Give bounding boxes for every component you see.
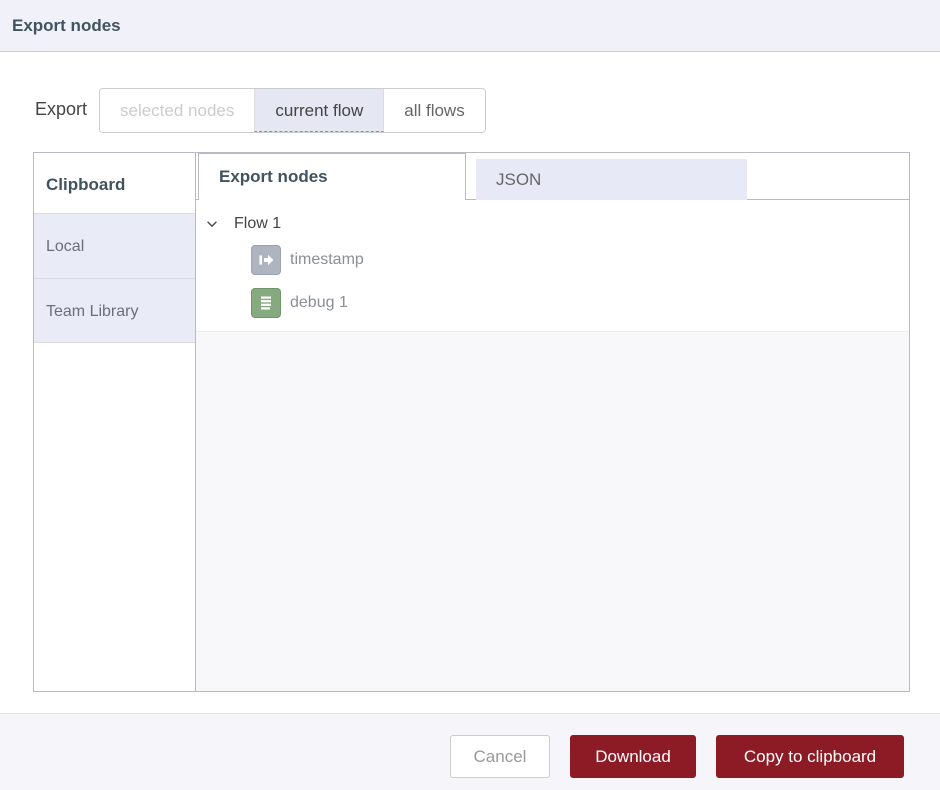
debug-list-icon: [251, 288, 281, 318]
chevron-down-icon[interactable]: [205, 217, 219, 231]
sidebar-item-local[interactable]: Local: [34, 213, 195, 278]
export-scope-label: Export: [35, 99, 87, 120]
sidebar-item-list: Local Team Library: [34, 213, 195, 343]
tab-export-nodes[interactable]: Export nodes: [198, 153, 466, 200]
library-sidebar: Clipboard Local Team Library: [34, 153, 196, 691]
export-option-current-flow[interactable]: current flow: [254, 89, 384, 132]
export-dialog: Export nodes Export selected nodes curre…: [0, 0, 940, 790]
dialog-header: Export nodes: [0, 0, 940, 52]
node-label: debug 1: [290, 294, 348, 312]
export-panel: Clipboard Local Team Library Export node…: [33, 152, 910, 692]
export-option-selected-nodes[interactable]: selected nodes: [100, 89, 254, 132]
sidebar-item-team-library[interactable]: Team Library: [34, 278, 195, 343]
dialog-title: Export nodes: [12, 0, 121, 51]
tab-strip: Export nodes JSON: [196, 153, 909, 200]
tab-json[interactable]: JSON: [476, 159, 747, 200]
inject-arrow-icon: [251, 245, 281, 275]
tree-row-timestamp[interactable]: timestamp: [251, 245, 364, 275]
node-tree: Flow 1 timestamp: [196, 200, 909, 691]
export-option-all-flows[interactable]: all flows: [384, 89, 484, 132]
cancel-button[interactable]: Cancel: [450, 735, 550, 778]
node-label: timestamp: [290, 251, 364, 269]
export-scope-button-group: selected nodes current flow all flows: [99, 88, 486, 133]
copy-to-clipboard-button[interactable]: Copy to clipboard: [716, 735, 904, 778]
dialog-footer: Cancel Download Copy to clipboard: [0, 713, 940, 790]
tree-row-flow[interactable]: Flow 1: [205, 210, 281, 238]
sidebar-title: Clipboard: [46, 175, 125, 195]
download-button[interactable]: Download: [570, 735, 696, 778]
tree-row-debug[interactable]: debug 1: [251, 288, 348, 318]
flow-label: Flow 1: [234, 215, 281, 233]
